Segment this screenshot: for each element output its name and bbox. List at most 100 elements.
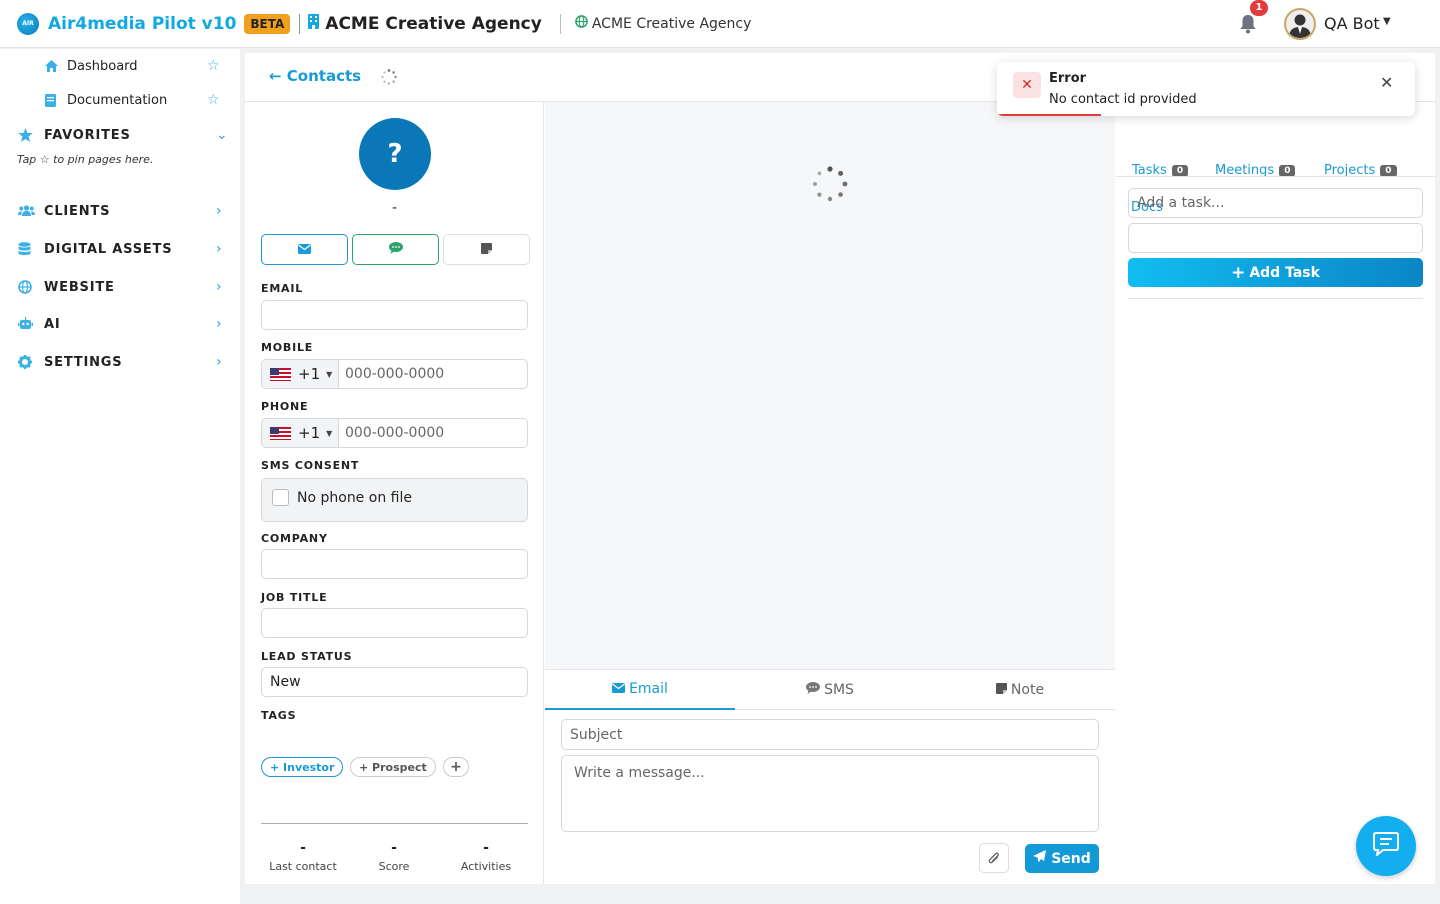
note-icon	[481, 242, 492, 258]
contact-profile-panel: ? - EMAIL MOBILE +1 ▼ 000-000-0000 PHONE	[245, 102, 544, 884]
caret-down-icon: ▼	[326, 369, 333, 379]
back-to-contacts-link[interactable]: ← Contacts	[269, 67, 361, 85]
beta-badge: BETA	[244, 13, 291, 34]
loading-spinner-icon	[812, 166, 848, 202]
sidebar-section-label: FAVORITES	[44, 127, 131, 143]
stat-label: Last contact	[269, 860, 337, 873]
contact-detail-card: ← Contacts ? - EMAIL MOBILE +1 ▼ 000-000…	[245, 53, 1435, 884]
user-avatar[interactable]	[1284, 8, 1316, 40]
sidebar-section-digital-assets[interactable]: DIGITAL ASSETS ›	[0, 234, 240, 264]
message-textarea[interactable]: Write a message...	[561, 755, 1099, 832]
toast-title: Error	[1049, 71, 1087, 86]
star-filled-icon	[18, 128, 34, 142]
job-title-field[interactable]	[261, 608, 528, 638]
stat-label: Score	[378, 860, 410, 873]
toast-progress-bar	[997, 114, 1101, 116]
email-action-button[interactable]	[261, 234, 348, 265]
tab-count-badge: 0	[1279, 164, 1296, 177]
tab-email[interactable]: Email	[545, 670, 735, 710]
sidebar-section-label: DIGITAL ASSETS	[44, 241, 173, 257]
sidebar-item-dashboard[interactable]: Dashboard ☆	[0, 51, 240, 81]
tab-count-badge: 0	[1171, 164, 1189, 177]
divider	[261, 823, 528, 824]
arrow-left-icon: ←	[269, 67, 287, 85]
tab-label: SMS	[824, 682, 854, 698]
divider	[1116, 176, 1435, 177]
mobile-field[interactable]: +1 ▼ 000-000-0000	[261, 359, 528, 389]
tab-label: Note	[1010, 682, 1045, 698]
tab-note[interactable]: Note	[925, 670, 1115, 710]
company-field[interactable]	[261, 549, 528, 579]
book-icon	[45, 94, 57, 107]
sidebar-section-website[interactable]: WEBSITE ›	[0, 272, 240, 302]
home-icon	[45, 60, 58, 72]
site-switcher[interactable]: ACME Creative Agency	[592, 16, 752, 32]
subject-input[interactable]: Subject	[561, 719, 1099, 750]
stat-label: Activities	[460, 860, 512, 873]
sidebar-section-label: WEBSITE	[44, 279, 115, 295]
chevron-right-icon: ›	[216, 203, 222, 219]
note-icon	[995, 682, 1007, 698]
phone-field[interactable]: +1 ▼ 000-000-0000	[261, 418, 528, 448]
sidebar-section-label: CLIENTS	[44, 203, 111, 219]
stat-value: -	[300, 840, 306, 856]
tag-investor[interactable]: + Investor	[261, 757, 344, 777]
us-flag-icon	[270, 426, 291, 440]
toast-message: No contact id provided	[1049, 92, 1197, 107]
sms-action-button[interactable]	[352, 234, 439, 265]
user-menu-name[interactable]: QA Bot	[1324, 14, 1380, 33]
stat-score: - Score	[349, 840, 439, 873]
sidebar-section-clients[interactable]: CLIENTS ›	[0, 196, 240, 226]
lead-status-label: LEAD STATUS	[261, 650, 353, 663]
email-field[interactable]	[261, 300, 528, 330]
mobile-input-placeholder[interactable]: 000-000-0000	[345, 366, 444, 382]
sidebar-section-settings[interactable]: SETTINGS ›	[0, 347, 240, 377]
stat-activities: - Activities	[441, 840, 531, 873]
app-logo[interactable]: AIR	[17, 12, 39, 35]
activity-timeline	[545, 102, 1115, 669]
chat-button[interactable]	[1356, 816, 1416, 876]
mobile-country-select[interactable]: +1 ▼	[262, 360, 339, 388]
sidebar-section-favorites[interactable]: FAVORITES ⌄	[0, 120, 240, 150]
error-x-icon: ✕	[1013, 72, 1041, 98]
paperclip-icon[interactable]	[979, 843, 1009, 873]
chevron-right-icon: ›	[216, 241, 222, 257]
add-task-input[interactable]: Add a task...	[1128, 188, 1423, 218]
phone-input-placeholder[interactable]: 000-000-0000	[345, 425, 444, 441]
app-title[interactable]: Air4media Pilot v10	[48, 14, 236, 34]
sms-icon	[806, 682, 821, 698]
sms-consent-text: No phone on file	[297, 490, 412, 506]
lead-status-select[interactable]: New	[261, 667, 528, 697]
sms-consent-checkbox[interactable]	[272, 489, 289, 506]
envelope-icon	[612, 681, 626, 697]
add-task-button[interactable]: + Add Task	[1128, 258, 1423, 287]
chevron-right-icon: ›	[216, 279, 222, 295]
sidebar-section-ai[interactable]: AI ›	[0, 309, 240, 339]
tab-count-badge: 0	[1380, 164, 1397, 177]
country-code: +1	[298, 365, 321, 383]
phone-country-select[interactable]: +1 ▼	[262, 419, 339, 447]
caret-down-icon[interactable]: ▼	[1383, 16, 1391, 27]
sidebar-item-documentation[interactable]: Documentation ☆	[0, 85, 240, 115]
related-panel: Tasks 0 Meetings 0 Projects 0 Docs Add a…	[1116, 102, 1435, 884]
envelope-icon	[298, 242, 311, 258]
close-icon[interactable]: ✕	[1380, 73, 1393, 92]
bell-icon[interactable]	[1239, 14, 1257, 34]
email-label: EMAIL	[261, 282, 304, 295]
task-due-date-input[interactable]	[1128, 223, 1423, 253]
notification-count-badge: 1	[1250, 0, 1268, 16]
contact-avatar: ?	[359, 118, 431, 190]
star-icon[interactable]: ☆	[207, 58, 220, 74]
divider	[559, 13, 561, 34]
top-bar: AIR Air4media Pilot v10 BETA ACME Creati…	[0, 0, 1440, 48]
add-tag-button[interactable]: +	[443, 757, 469, 777]
note-action-button[interactable]	[443, 234, 530, 265]
tag-prospect[interactable]: + Prospect	[350, 757, 436, 777]
composer-tabs: Email SMS Note	[545, 670, 1115, 710]
globe-icon	[575, 15, 588, 32]
star-icon[interactable]: ☆	[207, 92, 220, 108]
building-icon	[308, 14, 320, 33]
send-button[interactable]: Send	[1025, 844, 1099, 873]
agency-switcher[interactable]: ACME Creative Agency	[325, 14, 542, 34]
tab-sms[interactable]: SMS	[735, 670, 925, 710]
